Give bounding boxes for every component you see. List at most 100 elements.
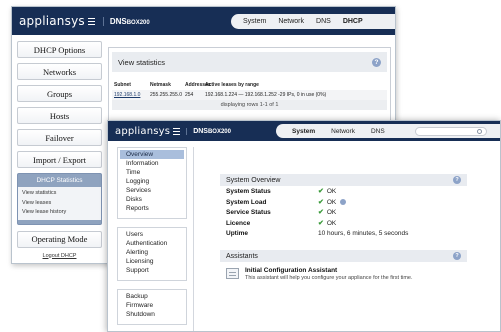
check-icon: ✔ xyxy=(318,219,324,227)
failover-button[interactable]: Failover xyxy=(17,129,102,146)
nav-dhcp[interactable]: DHCP xyxy=(343,18,363,25)
assistant-document-icon xyxy=(226,268,239,279)
operating-mode-button[interactable]: Operating Mode xyxy=(17,230,102,248)
stat-label: System Status xyxy=(226,188,271,195)
help-icon[interactable]: ? xyxy=(372,57,381,67)
statistics-panel: View statistics ? Subnet Netmask Address… xyxy=(108,47,391,121)
menu-overview[interactable]: Overview xyxy=(120,150,184,159)
dhcp-sidebar: DHCP Options Networks Groups Hosts Failo… xyxy=(17,41,102,259)
assistant-item[interactable]: Initial Configuration Assistant This ass… xyxy=(220,262,467,281)
search-input[interactable] xyxy=(414,126,487,136)
stat-label: Licence xyxy=(226,219,251,227)
menu-licensing[interactable]: Licensing xyxy=(120,257,184,266)
menu-users[interactable]: Users xyxy=(120,230,184,239)
stat-value: 10 hours, 6 minutes, 5 seconds xyxy=(318,230,409,237)
help-icon[interactable]: ? xyxy=(453,252,461,260)
system-overview-section: System Overview ? System Status ✔ OK Syst… xyxy=(220,174,467,239)
hosts-button[interactable]: Hosts xyxy=(17,107,102,124)
menu-services[interactable]: Services xyxy=(120,186,184,195)
groups-button[interactable]: Groups xyxy=(17,85,102,102)
menu-backup[interactable]: Backup xyxy=(120,292,184,301)
nav-system[interactable]: System xyxy=(243,18,266,25)
menu-group-maintenance: Backup Firmware Shutdown xyxy=(117,289,187,325)
logo-bars-icon xyxy=(87,17,95,25)
col-active-leases: Active leases by range xyxy=(205,82,259,88)
table-header: Subnet Netmask Addresses Active leases b… xyxy=(112,82,387,90)
menu-support[interactable]: Support xyxy=(120,266,184,275)
menu-firmware[interactable]: Firmware xyxy=(120,301,184,310)
subnet-link[interactable]: 192.168.1.0 xyxy=(114,92,150,98)
addresses-cell: 254 xyxy=(185,92,194,98)
stat-row: Uptime 10 hours, 6 minutes, 5 seconds xyxy=(220,229,467,239)
stat-value: ✔ OK xyxy=(318,188,337,195)
top-nav: System Network DNS DHCP xyxy=(231,14,395,29)
system-window: appliansys DNSBOX200 System Network DNS … xyxy=(107,120,501,332)
statistics-title-bar: View statistics ? xyxy=(112,52,387,72)
view-lease-history-link[interactable]: View lease history xyxy=(22,208,97,218)
stat-value: ✔ OK xyxy=(318,219,337,227)
menu-group-general: Overview Information Time Logging Servic… xyxy=(117,147,187,219)
col-subnet: Subnet xyxy=(114,82,131,88)
stat-row: Service Status ✔ OK xyxy=(220,208,467,218)
view-leases-link[interactable]: View leases xyxy=(22,199,97,209)
search-icon xyxy=(476,128,482,134)
product-name: DNSBOX200 xyxy=(102,16,150,26)
menu-time[interactable]: Time xyxy=(120,168,184,177)
nav-dns[interactable]: DNS xyxy=(316,18,331,25)
table-footer: displaying rows 1-1 of 1 xyxy=(112,100,387,110)
check-icon: ✔ xyxy=(318,198,324,206)
import-export-button[interactable]: Import / Export xyxy=(17,151,102,168)
assistants-bar: Assistants ? xyxy=(220,250,467,262)
netmask-cell: 255.255.255.0 xyxy=(150,92,182,98)
appliansys-logo: appliansys xyxy=(108,126,181,137)
system-sidebar: Overview Information Time Logging Servic… xyxy=(117,147,187,331)
system-overview-title: System Overview xyxy=(226,176,281,184)
view-statistics-link[interactable]: View statistics xyxy=(22,189,97,199)
menu-information[interactable]: Information xyxy=(120,159,184,168)
menu-authentication[interactable]: Authentication xyxy=(120,239,184,248)
stat-label: System Load xyxy=(226,198,267,206)
dhcp-statistics-title[interactable]: DHCP Statistics xyxy=(18,177,101,184)
stat-value: ✔ OK xyxy=(318,209,337,216)
dhcp-header: appliansys DNSBOX200 System Network DNS … xyxy=(12,7,395,35)
dhcp-statistics-panel: DHCP Statistics View statistics View lea… xyxy=(17,173,102,225)
top-nav: System Network DNS xyxy=(276,124,500,138)
dhcp-statistics-links: View statistics View leases View lease h… xyxy=(18,187,101,220)
logout-dhcp-link[interactable]: Logout DHCP xyxy=(17,253,102,259)
nav-network[interactable]: Network xyxy=(278,18,304,25)
dhcp-options-button[interactable]: DHCP Options xyxy=(17,41,102,58)
menu-reports[interactable]: Reports xyxy=(120,204,184,213)
stat-row: Licence ✔ OK xyxy=(220,219,467,229)
col-netmask: Netmask xyxy=(150,82,171,88)
table-row: 192.168.1.0 255.255.255.0 254 192.168.1.… xyxy=(112,90,387,100)
panel-title: View statistics xyxy=(118,57,165,67)
help-icon[interactable]: ? xyxy=(453,176,461,184)
menu-disks[interactable]: Disks xyxy=(120,195,184,204)
nav-network[interactable]: Network xyxy=(331,128,355,135)
menu-shutdown[interactable]: Shutdown xyxy=(120,310,184,319)
menu-alerting[interactable]: Alerting xyxy=(120,248,184,257)
stat-label: Uptime xyxy=(226,230,249,237)
appliansys-logo: appliansys xyxy=(12,14,95,28)
statistics-table: Subnet Netmask Addresses Active leases b… xyxy=(112,82,387,110)
nav-dns[interactable]: DNS xyxy=(371,128,385,135)
assistant-title[interactable]: Initial Configuration Assistant xyxy=(245,267,413,274)
assistant-text: Initial Configuration Assistant This ass… xyxy=(245,267,413,281)
check-icon: ✔ xyxy=(318,209,324,216)
product-name: DNSBOX200 xyxy=(186,127,231,135)
nav-system[interactable]: System xyxy=(292,128,315,135)
assistants-section: Assistants ? Initial Configuration Assis… xyxy=(220,250,467,281)
system-header: appliansys DNSBOX200 System Network DNS xyxy=(108,121,500,141)
networks-button[interactable]: Networks xyxy=(17,63,102,80)
system-main: System Overview ? System Status ✔ OK Syst… xyxy=(193,147,500,331)
logo-bars-icon xyxy=(173,127,181,135)
col-addresses: Addresses xyxy=(185,82,211,88)
info-icon[interactable] xyxy=(340,199,347,206)
stat-label: Service Status xyxy=(226,209,271,216)
assistant-description: This assistant will help you configure y… xyxy=(245,275,413,281)
stat-row: System Load ✔ OK xyxy=(220,198,467,208)
stat-row: System Status ✔ OK xyxy=(220,187,467,197)
menu-logging[interactable]: Logging xyxy=(120,177,184,186)
leases-cell: 192.168.1.224 — 192.168.1.252 -29 IPs, 0… xyxy=(205,92,327,98)
stat-value: ✔ OK xyxy=(318,198,347,208)
